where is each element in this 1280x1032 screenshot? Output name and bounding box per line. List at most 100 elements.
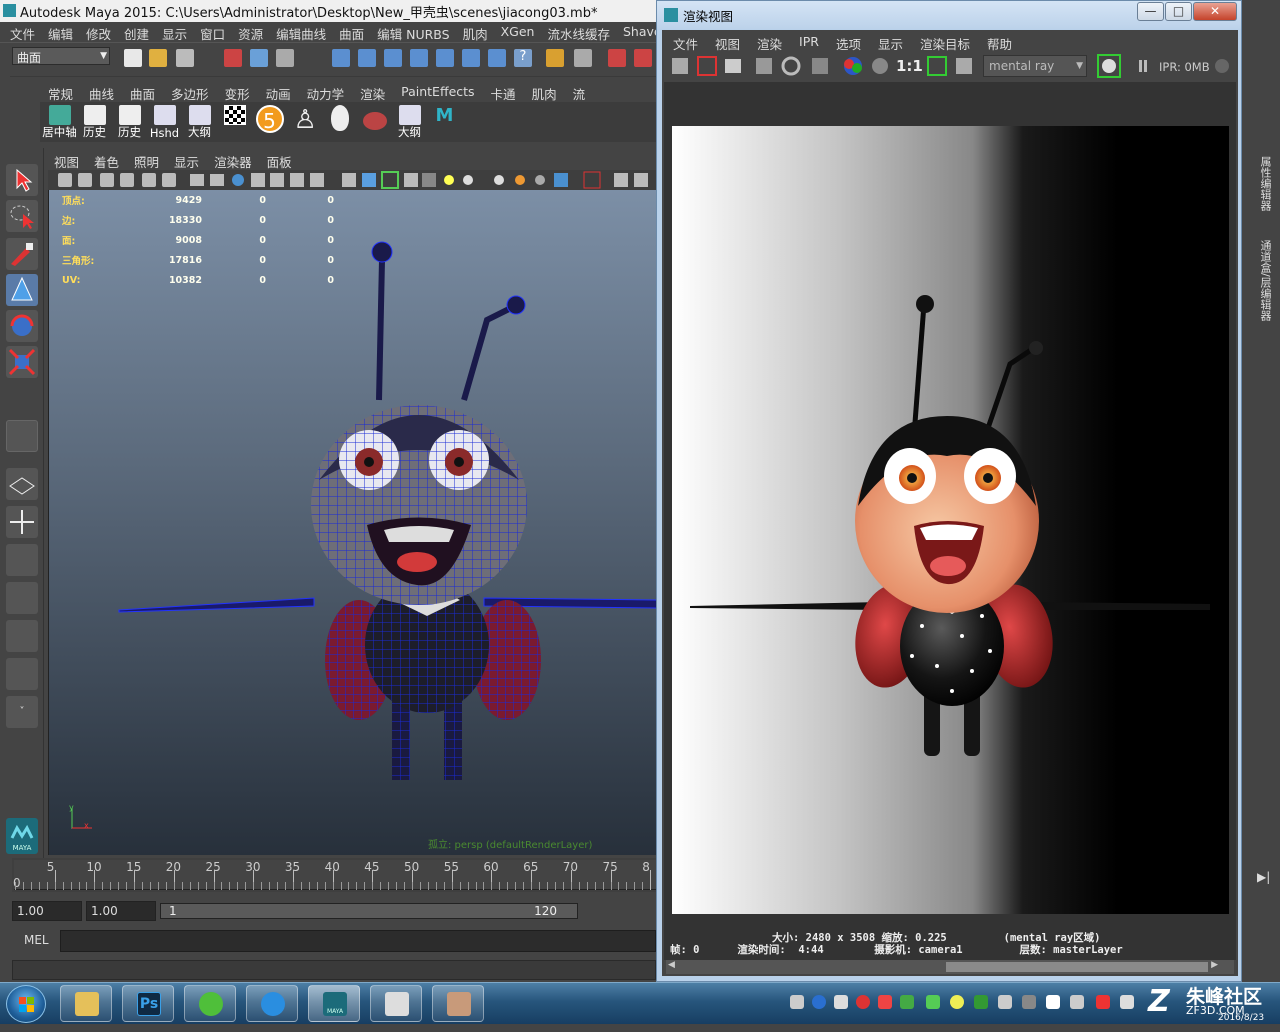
network-icon[interactable] bbox=[998, 995, 1012, 1009]
maximize-button[interactable]: □ bbox=[1165, 2, 1192, 21]
shelf-tab-curves[interactable]: 曲线 bbox=[81, 82, 122, 102]
menu-edit[interactable]: 编辑 bbox=[42, 22, 80, 42]
start-button[interactable] bbox=[6, 985, 46, 1023]
taskbar-sync[interactable] bbox=[184, 985, 236, 1022]
render-settings-button[interactable] bbox=[219, 102, 250, 140]
rv-menu-options[interactable]: 选项 bbox=[827, 32, 869, 52]
attribute-editor-tab[interactable]: 属性编辑器 bbox=[1257, 156, 1273, 211]
shelf-tab-general[interactable]: 常规 bbox=[40, 82, 81, 102]
shelf-tab-fluids[interactable]: 流 bbox=[565, 82, 594, 102]
shelf-5-button[interactable]: 5 bbox=[254, 102, 285, 140]
shelf-tab-rendering[interactable]: 渲染 bbox=[352, 82, 393, 102]
display-icon[interactable] bbox=[1120, 995, 1134, 1009]
lasso-tool-icon[interactable] bbox=[6, 200, 38, 232]
scroll-left-icon[interactable]: ◀ bbox=[668, 960, 675, 970]
shelf-tab-muscle[interactable]: 肌肉 bbox=[524, 82, 565, 102]
select-component-icon[interactable] bbox=[276, 49, 294, 67]
renderer-dropdown[interactable]: mental ray ▼ bbox=[983, 55, 1087, 77]
snap-surface-icon[interactable] bbox=[436, 49, 454, 67]
outliner-button-2[interactable]: 大纲 bbox=[394, 102, 425, 140]
start-time-field[interactable]: 1.00 bbox=[12, 901, 82, 921]
paint-button[interactable] bbox=[359, 102, 390, 140]
channels-icon[interactable] bbox=[812, 58, 830, 76]
skeleton-button[interactable]: ♙ bbox=[289, 102, 320, 140]
render-region-icon[interactable] bbox=[697, 56, 717, 76]
tray-app-icon-7[interactable] bbox=[1046, 995, 1060, 1009]
vp-menu-renderer[interactable]: 渲染器 bbox=[208, 151, 261, 170]
pause-icon[interactable] bbox=[1138, 59, 1150, 73]
remove-image-icon[interactable] bbox=[955, 58, 973, 76]
select-tool-icon[interactable] bbox=[6, 164, 38, 196]
menu-set-dropdown[interactable]: 曲面 ▼ bbox=[12, 47, 110, 65]
taskbar-ie[interactable] bbox=[246, 985, 298, 1022]
tray-options-icon[interactable] bbox=[834, 995, 848, 1009]
close-button[interactable]: ✕ bbox=[1193, 2, 1237, 21]
menu-window[interactable]: 窗口 bbox=[194, 22, 232, 42]
hypershade-persp-layout-icon[interactable] bbox=[6, 620, 38, 652]
aperture-icon[interactable] bbox=[1097, 55, 1121, 79]
snap-point-icon[interactable] bbox=[384, 49, 402, 67]
alpha-channel-icon[interactable] bbox=[870, 58, 888, 76]
shelf-tab-toon[interactable]: 卡通 bbox=[483, 82, 524, 102]
minimize-button[interactable]: — bbox=[1137, 2, 1164, 21]
vp-menu-shading[interactable]: 着色 bbox=[88, 151, 128, 170]
select-object-icon[interactable] bbox=[250, 49, 268, 67]
vp-menu-lighting[interactable]: 照明 bbox=[128, 151, 168, 170]
snap-view-icon[interactable] bbox=[462, 49, 480, 67]
menu-xgen[interactable]: XGen bbox=[495, 22, 542, 42]
single-perspective-layout-icon[interactable] bbox=[6, 468, 38, 500]
rv-menu-ipr[interactable]: IPR bbox=[790, 32, 827, 52]
rv-menu-file[interactable]: 文件 bbox=[664, 32, 706, 52]
delete-history-button-2[interactable]: 历史 bbox=[114, 102, 145, 140]
tray-app-icon-3[interactable] bbox=[926, 995, 940, 1009]
help-icon[interactable]: ? bbox=[514, 49, 532, 67]
ipr-icon[interactable] bbox=[755, 58, 773, 76]
snapshot-icon[interactable] bbox=[724, 58, 742, 74]
real-size-button[interactable]: 1:1 bbox=[896, 57, 923, 75]
outliner-graph-layout-icon[interactable] bbox=[6, 658, 38, 690]
center-pivot-button[interactable]: 居中轴 bbox=[42, 102, 77, 140]
vp-menu-panels[interactable]: 面板 bbox=[261, 151, 301, 170]
menu-create[interactable]: 创建 bbox=[118, 22, 156, 42]
mel-label[interactable]: MEL bbox=[24, 933, 49, 947]
security-icon[interactable] bbox=[856, 995, 870, 1009]
flag-icon[interactable] bbox=[1096, 995, 1110, 1009]
render-frame-icon[interactable] bbox=[608, 49, 626, 67]
select-hierarchy-icon[interactable] bbox=[224, 49, 242, 67]
rv-menu-render-target[interactable]: 渲染目标 bbox=[911, 32, 978, 52]
rv-menu-help[interactable]: 帮助 bbox=[978, 32, 1020, 52]
shelf-tab-polygons[interactable]: 多边形 bbox=[163, 82, 217, 102]
face-button[interactable] bbox=[324, 102, 355, 140]
delete-history-button[interactable]: 历史 bbox=[79, 102, 110, 140]
menu-muscle[interactable]: 肌肉 bbox=[457, 22, 495, 42]
tray-app-icon-5[interactable] bbox=[974, 995, 988, 1009]
shelf-tab-painteffects[interactable]: PaintEffects bbox=[393, 82, 482, 102]
command-input[interactable] bbox=[60, 930, 656, 952]
taskbar-calculator[interactable] bbox=[370, 985, 422, 1022]
hypershade-button[interactable]: Hshd bbox=[149, 102, 180, 140]
range-slider[interactable]: 1 120 bbox=[160, 903, 578, 919]
outliner-persp-layout-icon[interactable] bbox=[6, 544, 38, 576]
tray-app-icon-2[interactable] bbox=[900, 995, 914, 1009]
menu-edit-nurbs[interactable]: 编辑 NURBS bbox=[371, 22, 456, 42]
refresh-icon[interactable] bbox=[780, 56, 800, 76]
shelf-tab-animation[interactable]: 动画 bbox=[258, 82, 299, 102]
scrollbar-thumb[interactable] bbox=[946, 962, 1208, 972]
menu-edit-curves[interactable]: 编辑曲线 bbox=[270, 22, 333, 42]
tray-app-icon-6[interactable] bbox=[1022, 995, 1036, 1009]
snap-plane-icon[interactable] bbox=[410, 49, 428, 67]
open-scene-icon[interactable] bbox=[149, 49, 167, 67]
tray-app-icon[interactable] bbox=[878, 995, 892, 1009]
scroll-right-icon[interactable]: ▶ bbox=[1211, 960, 1218, 970]
render-icon[interactable] bbox=[672, 57, 688, 73]
menu-file[interactable]: 文件 bbox=[4, 22, 42, 42]
rotate-tool-icon[interactable] bbox=[6, 310, 38, 342]
taskbar-maya[interactable]: MAYA bbox=[308, 985, 360, 1022]
render-horizontal-scrollbar[interactable]: ◀ ▶ bbox=[666, 960, 1234, 974]
snap-grid-icon[interactable] bbox=[332, 49, 350, 67]
new-scene-icon[interactable] bbox=[124, 49, 142, 67]
rv-menu-render[interactable]: 渲染 bbox=[748, 32, 790, 52]
channel-box-tab[interactable]: 通道盒/层编辑器 bbox=[1257, 240, 1273, 321]
menu-shave[interactable]: Shave bbox=[617, 22, 656, 42]
skip-to-end-icon[interactable]: ▶| bbox=[1257, 870, 1270, 884]
